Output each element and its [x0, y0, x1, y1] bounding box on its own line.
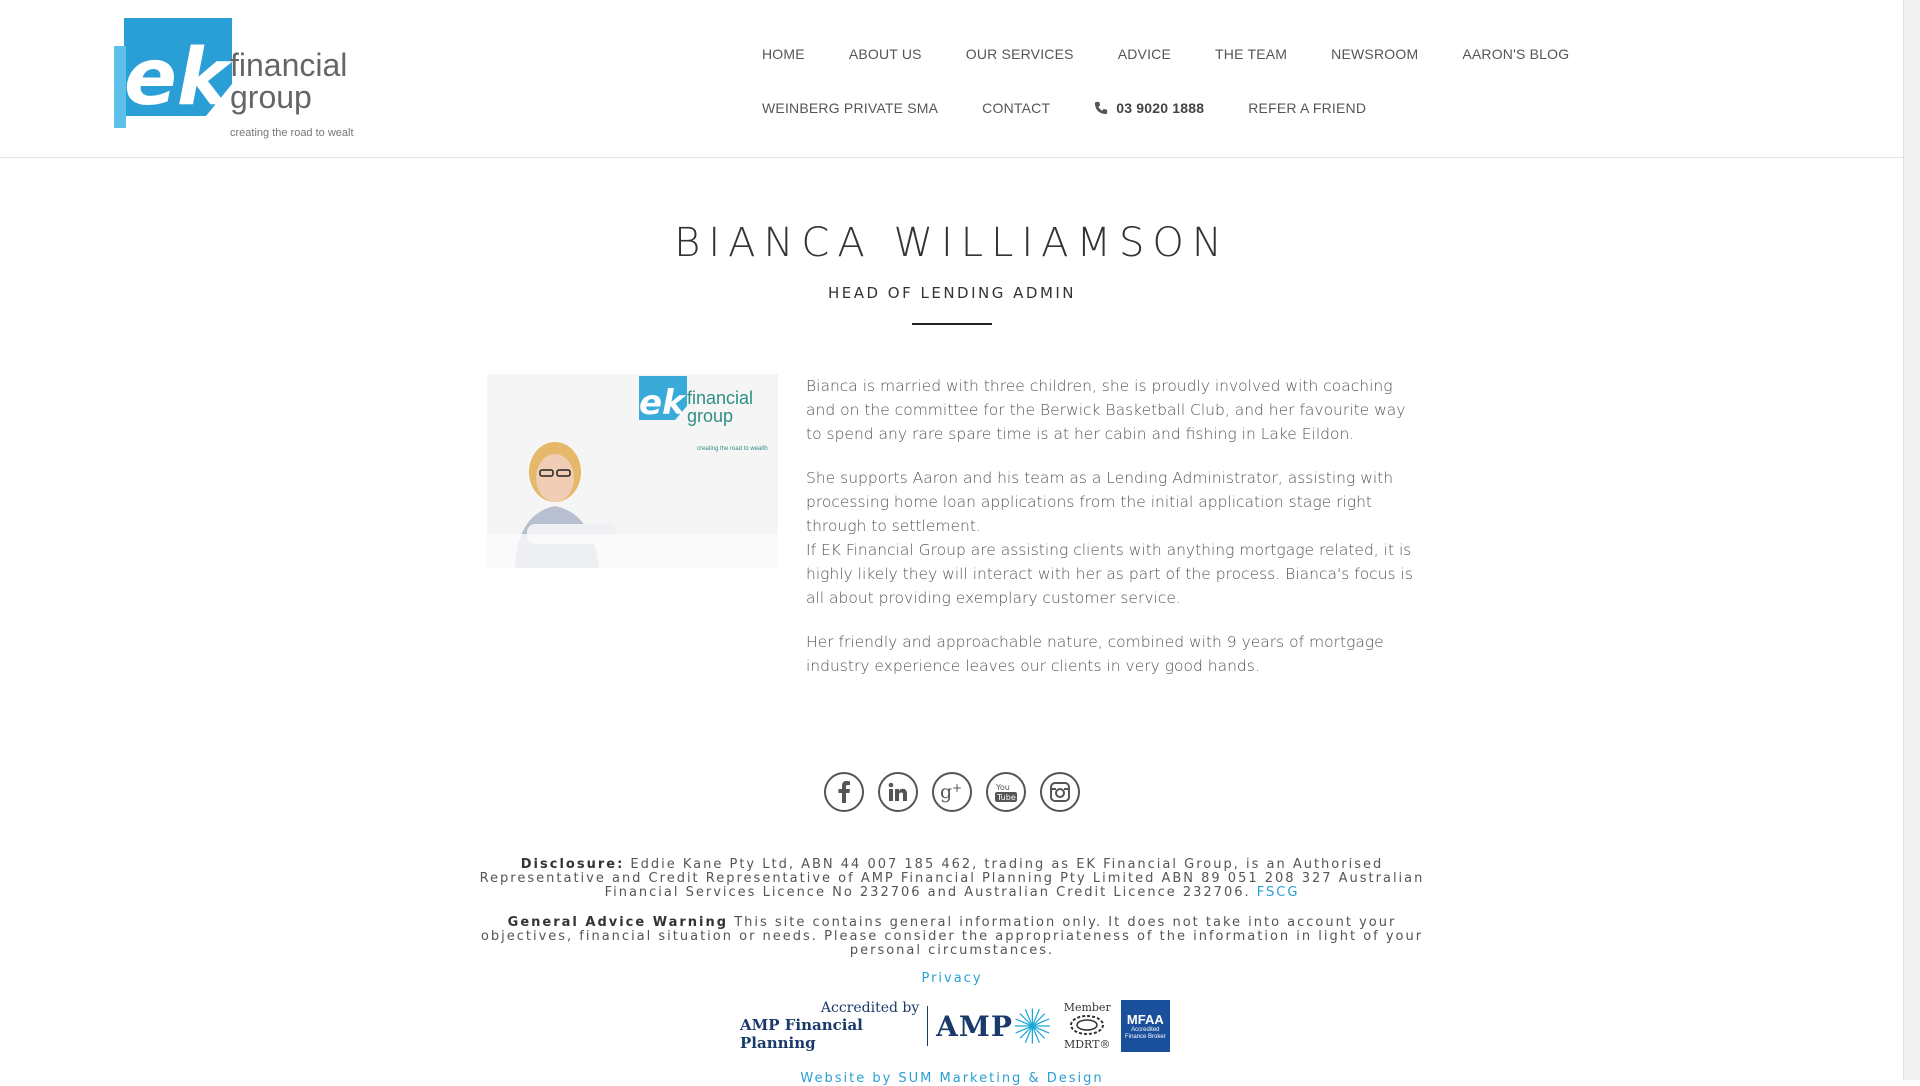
linkedin-icon[interactable]	[878, 772, 918, 812]
mdrt-badge: Member MDRT®	[1063, 1000, 1111, 1051]
accreditation-logos: Accredited by AMP Financial Planning AMP…	[740, 998, 1170, 1054]
nav-about-us[interactable]: ABOUT US	[827, 42, 944, 66]
page-subtitle: HEAD OF LENDING ADMIN	[827, 284, 1077, 302]
nav-contact[interactable]: CONTACT	[960, 96, 1072, 120]
facebook-icon[interactable]	[824, 772, 864, 812]
accreditation-divider	[927, 1006, 929, 1046]
nav-aarons-blog[interactable]: AARON'S BLOG	[1440, 42, 1591, 66]
nav-advice[interactable]: ADVICE	[1096, 42, 1193, 66]
fscg-link[interactable]: FSCG	[1257, 885, 1300, 900]
amp-logo: AMP	[936, 1009, 1013, 1043]
accredited-by-text: Accredited by	[820, 1000, 920, 1016]
page-scrollbar[interactable]	[1903, 0, 1920, 1080]
photo-logo-ek: ek	[639, 383, 687, 423]
mdrt-wreath-icon	[1070, 1014, 1105, 1035]
bio-paragraph: Her friendly and approachable nature, co…	[806, 633, 1384, 675]
amp-starburst-icon	[1014, 1008, 1050, 1044]
mfaa-subtext: Accredited Finance Broker	[1125, 1026, 1166, 1040]
phone-number: 03 9020 1888	[1116, 100, 1205, 116]
disclosure-label: Disclosure:	[520, 857, 625, 872]
logo-ek: ek	[124, 33, 233, 123]
photo-logo-group: group	[687, 406, 733, 426]
youtube-icon[interactable]: You Tube	[986, 772, 1026, 812]
bio-paragraph: If EK Financial Group are assisting clie…	[806, 541, 1413, 607]
mdrt-text: MDRT®	[1063, 1037, 1111, 1051]
nav-phone[interactable]: 03 9020 1888	[1072, 96, 1226, 120]
amp-accreditation: Accredited by AMP Financial Planning	[740, 1000, 919, 1052]
logo-tagline: creating the road to wealth	[230, 127, 354, 139]
photo-logo-tagline: creating the road to wealth	[697, 446, 768, 452]
nav-row-secondary: WEINBERG PRIVATE SMA CONTACT 03 9020 188…	[740, 96, 1388, 120]
site-header: ek financial group creating the road to …	[0, 0, 1904, 158]
phone-icon	[1095, 101, 1108, 115]
nav-our-services[interactable]: OUR SERVICES	[944, 42, 1096, 66]
nav-weinberg-private-sma[interactable]: WEINBERG PRIVATE SMA	[740, 96, 960, 120]
nav-row-primary: HOME ABOUT US OUR SERVICES ADVICE THE TE…	[740, 42, 1591, 66]
warning-label: General Advice Warning	[507, 915, 729, 930]
mdrt-member: Member	[1063, 1000, 1111, 1014]
nav-refer-a-friend[interactable]: REFER A FRIEND	[1226, 96, 1388, 120]
profile-bio: Bianca is married with three children, s…	[806, 374, 1416, 698]
nav-the-team[interactable]: THE TEAM	[1193, 42, 1309, 66]
logo-group: group	[230, 79, 312, 115]
photo-logo-financial: financial	[687, 388, 753, 408]
bio-paragraph: Bianca is married with three children, s…	[806, 377, 1406, 443]
svg-text:g: g	[940, 781, 952, 803]
google-plus-icon[interactable]: g +	[932, 772, 972, 812]
svg-text:+: +	[952, 781, 962, 795]
bio-paragraph: She supports Aaron and his team as a Len…	[806, 469, 1394, 535]
logo-financial: financial	[230, 47, 347, 83]
nav-newsroom[interactable]: NEWSROOM	[1309, 42, 1440, 66]
instagram-icon[interactable]	[1040, 772, 1080, 812]
general-advice-warning: General Advice Warning This site contain…	[470, 916, 1434, 958]
privacy-link[interactable]: Privacy	[0, 971, 1904, 986]
nav-home[interactable]: HOME	[740, 42, 827, 66]
website-credit-link[interactable]: Website by SUM Marketing & Design	[0, 1071, 1904, 1086]
page-title: BIANCA WILLIAMSON	[674, 220, 1230, 266]
svg-text:You: You	[995, 783, 1010, 792]
profile-photo: ek financial group creating the road to …	[487, 374, 778, 568]
svg-text:Tube: Tube	[996, 793, 1016, 802]
ek-financial-logo[interactable]: ek financial group creating the road to …	[114, 16, 360, 140]
disclosure-text: Disclosure: Eddie Kane Pty Ltd, ABN 44 0…	[470, 858, 1434, 900]
amp-financial-planning-text: AMP Financial Planning	[740, 1016, 863, 1052]
title-divider	[912, 323, 992, 325]
mfaa-text: MFAA	[1126, 1011, 1164, 1027]
social-links: g + You Tube	[824, 772, 1080, 812]
mfaa-badge: MFAA Accredited Finance Broker	[1120, 1000, 1170, 1052]
